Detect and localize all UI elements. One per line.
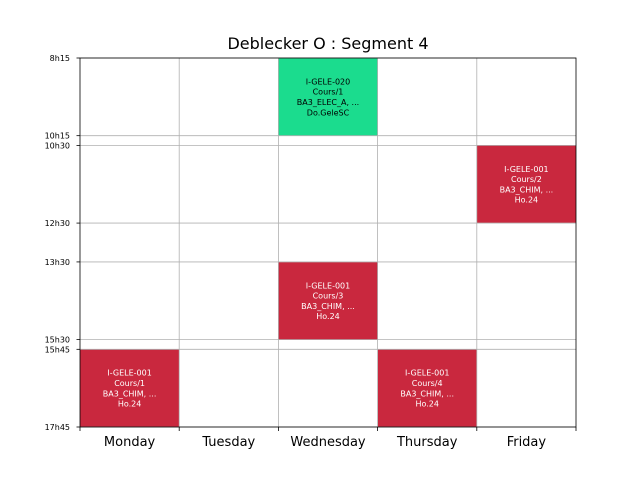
day-label: Wednesday [290, 435, 366, 450]
event-label-line: I-GELE-001 [306, 281, 350, 290]
chart-title: Deblecker O : Segment 4 [227, 34, 428, 53]
event-label-line: I-GELE-001 [405, 369, 449, 378]
event-rect [278, 58, 378, 136]
timetable-figure: Deblecker O : Segment 4 I-GELE-020 Cours/… [0, 0, 640, 480]
event-label-line: BA3_ELEC_A, ... [297, 98, 359, 107]
y-tick-label: 15h30 [45, 336, 70, 345]
event-label-line: Ho.24 [118, 400, 142, 409]
event-rect [476, 145, 576, 224]
event-block: I-GELE-001 Cours/3BA3_CHIM, ...Ho.24 [278, 261, 378, 340]
event-block: I-GELE-001Cours/1BA3_CHIM, ... Ho.24 [80, 349, 180, 427]
y-tick-label: 17h45 [45, 423, 70, 432]
y-tick-label: 12h30 [45, 219, 70, 228]
day-label: Thursday [396, 435, 458, 450]
event-label-line: Ho.24 [515, 196, 539, 205]
event-label-line: I-GELE-001 [504, 165, 548, 174]
event-label-line: Cours/4 [412, 379, 443, 388]
event-label-line: I-GELE-001 [107, 369, 151, 378]
event-block: I-GELE-020 Cours/1BA3_ELEC_A, ...Do.GeleS… [278, 58, 378, 136]
event-label-line: Cours/2 [511, 175, 542, 184]
event-rect [377, 349, 477, 427]
event-label-line: Ho.24 [316, 312, 340, 321]
event-label-line: Ho.24 [415, 400, 439, 409]
event-label-line: Cours/1 [114, 379, 145, 388]
event-block: I-GELE-001Cours/4BA3_CHIM, ... Ho.24 [377, 349, 477, 427]
day-label: Tuesday [201, 435, 255, 450]
event-label-line: I-GELE-020 [306, 77, 350, 86]
event-block: I-GELE-001Cours/2BA3_CHIM, ... Ho.24 [476, 145, 576, 224]
event-label-line: BA3_CHIM, ... [103, 389, 157, 398]
event-label-line: BA3_CHIM, ... [500, 185, 554, 194]
day-label: Friday [507, 435, 547, 450]
event-rect [278, 261, 378, 340]
event-layer: I-GELE-020Cours/1BA3_ELEC_A, ...Do.GeleS… [80, 58, 576, 427]
event-label-line: BA3_CHIM, ... [301, 302, 355, 311]
event-label-line: BA3_CHIM, ... [400, 389, 454, 398]
event-label-line: Cours/1 [313, 88, 344, 97]
y-tick-label: 10h30 [45, 141, 70, 150]
y-tick-label: 8h15 [50, 54, 70, 63]
y-tick-label: 15h45 [45, 345, 70, 354]
event-label-line: Do.GeleSC [307, 108, 350, 117]
y-tick-label: 10h15 [45, 132, 70, 141]
day-label: Monday [104, 435, 156, 450]
y-tick-label: 13h30 [45, 258, 70, 267]
event-rect [80, 349, 180, 427]
timetable-chart: Deblecker O : Segment 4 I-GELE-020 Cours/… [45, 34, 577, 450]
event-label-line: Cours/3 [313, 292, 344, 301]
